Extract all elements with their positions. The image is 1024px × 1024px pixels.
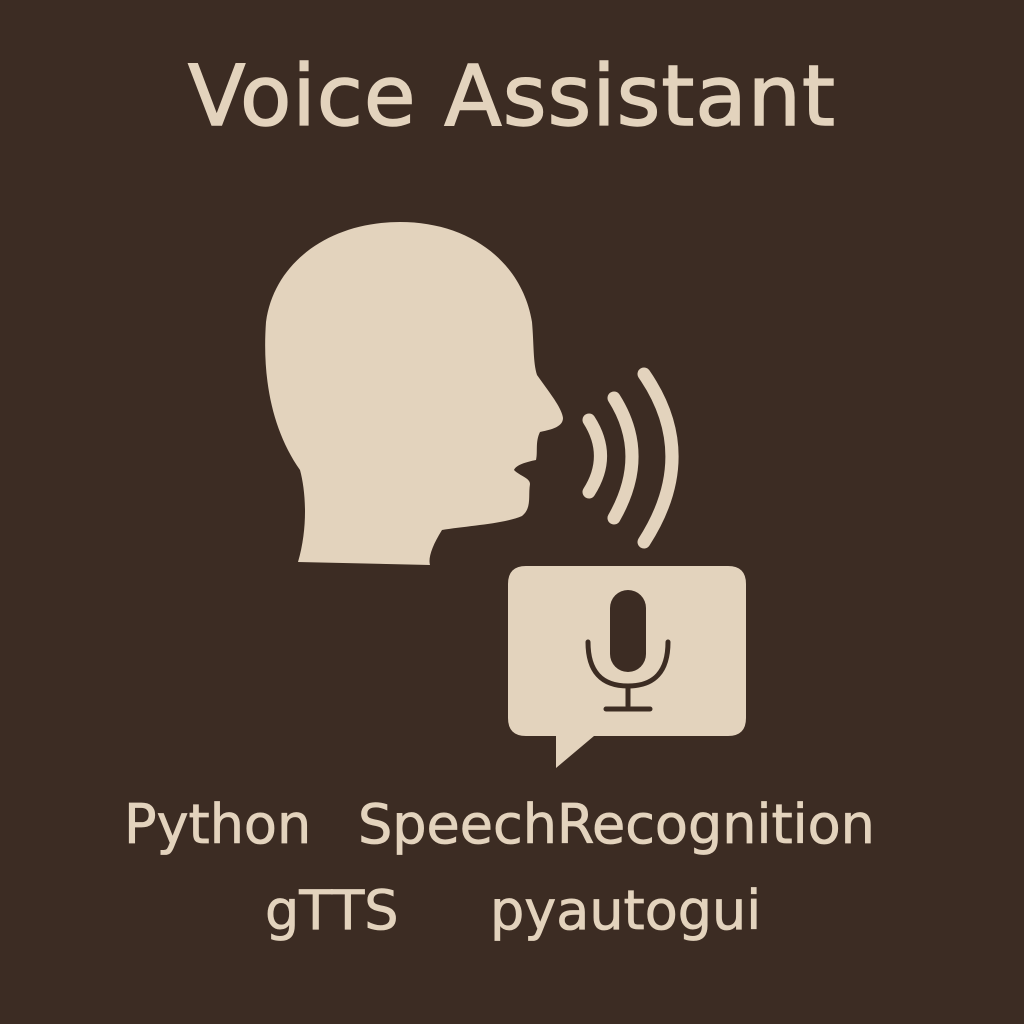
sound-wave-medium — [607, 391, 639, 525]
tag-pyautogui: pyautogui — [490, 879, 762, 942]
voice-assistant-illustration — [265, 222, 746, 768]
mic-capsule — [610, 590, 646, 672]
tag-speechrecognition: SpeechRecognition — [358, 793, 876, 856]
speaking-head-icon — [265, 222, 563, 565]
sound-waves-icon — [582, 367, 679, 549]
sound-wave-small — [582, 413, 607, 499]
sound-wave-large — [637, 367, 679, 549]
tag-gtts: gTTS — [265, 879, 399, 942]
tag-python: Python — [124, 793, 312, 856]
